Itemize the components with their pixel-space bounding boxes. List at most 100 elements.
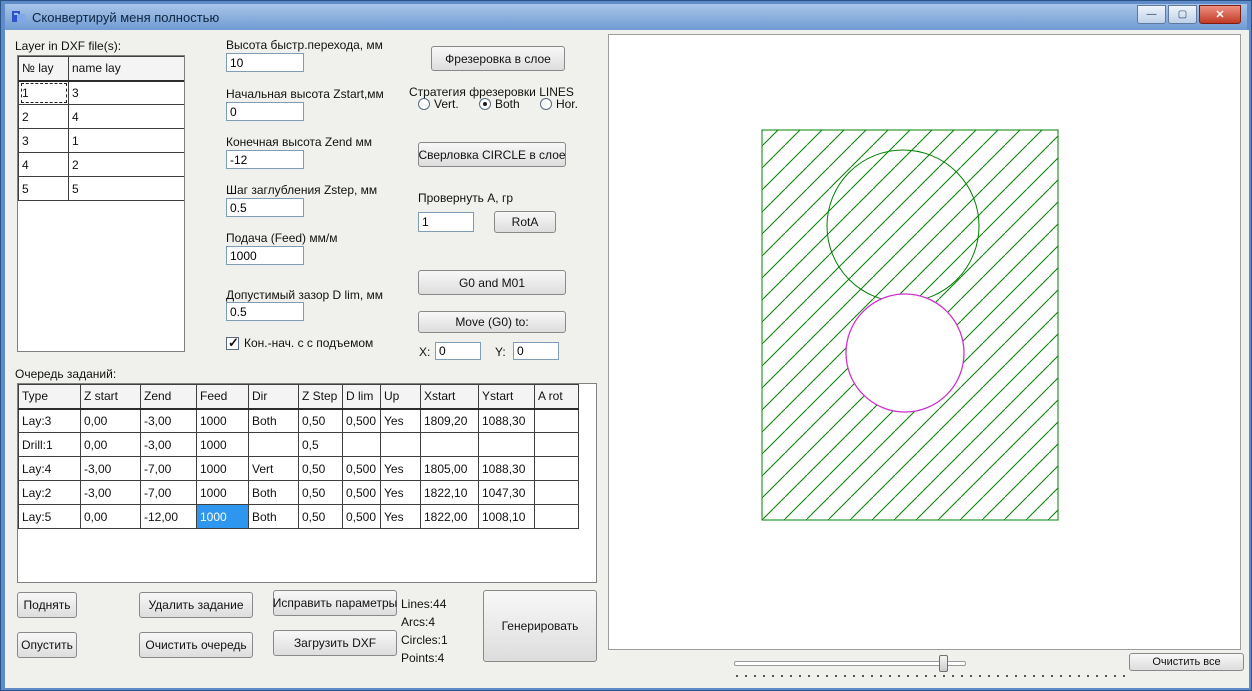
layer-cell[interactable]: 2	[68, 152, 184, 177]
queue-cell[interactable]: 0,500	[342, 456, 381, 481]
rot-a-button[interactable]: RotA	[494, 211, 556, 233]
move-g0-button[interactable]: Move (G0) to:	[418, 311, 566, 333]
queue-cell[interactable]: 0,00	[80, 432, 141, 457]
queue-cell[interactable]: Both	[248, 480, 299, 505]
queue-cell[interactable]: Lay:2	[18, 480, 81, 505]
lift-checkbox-row[interactable]: Кон.-нач. с с подъемом	[226, 335, 373, 351]
load-dxf-button[interactable]: Загрузить DXF	[273, 630, 397, 656]
queue-cell[interactable]: -3,00	[80, 480, 141, 505]
queue-grid[interactable]: Type Z start Zend Feed Dir Z Step D lim …	[17, 383, 597, 583]
layer-cell[interactable]: 3	[68, 80, 184, 105]
minimize-button[interactable]: —	[1137, 5, 1166, 24]
clear-queue-button[interactable]: Очистить очередь	[139, 632, 253, 658]
drill-circle-button[interactable]: Сверловка CIRCLE в слое	[418, 142, 566, 167]
queue-cell[interactable]: 0,500	[342, 480, 381, 505]
queue-cell[interactable]: Lay:3	[18, 408, 81, 433]
queue-cell[interactable]	[248, 432, 299, 457]
mill-layer-button[interactable]: Фрезеровка в слое	[431, 46, 565, 71]
queue-cell[interactable]: 0,50	[298, 408, 343, 433]
queue-cell[interactable]: 0,500	[342, 408, 381, 433]
queue-cell[interactable]	[534, 480, 579, 505]
queue-cell[interactable]: 1809,20	[420, 408, 479, 433]
queue-cell[interactable]: Both	[248, 504, 299, 529]
layer-cell[interactable]: 4	[68, 104, 184, 129]
queue-cell[interactable]: 1000	[196, 480, 249, 505]
close-button[interactable]: ✕	[1199, 5, 1241, 24]
lower-task-button[interactable]: Опустить	[17, 632, 77, 658]
queue-cell[interactable]: 1088,30	[478, 456, 535, 481]
queue-cell[interactable]: -7,00	[140, 456, 197, 481]
queue-cell[interactable]: 0,50	[298, 480, 343, 505]
layers-grid[interactable]: № lay name lay 1 3 2 4 3 1 4 2 5 5	[17, 55, 185, 352]
queue-cell[interactable]: 1000	[196, 432, 249, 457]
layer-cell[interactable]: 5	[18, 176, 69, 201]
queue-cell[interactable]: 1047,30	[478, 480, 535, 505]
queue-cell[interactable]: Yes	[380, 408, 421, 433]
layer-cell[interactable]: 1	[68, 128, 184, 153]
generate-button[interactable]: Генерировать	[483, 590, 597, 662]
queue-cell[interactable]: Lay:5	[18, 504, 81, 529]
feed-input[interactable]	[226, 246, 304, 265]
queue-cell[interactable]	[534, 456, 579, 481]
rapid-height-input[interactable]	[226, 53, 304, 72]
g0-m01-button[interactable]: G0 and M01	[418, 270, 566, 295]
queue-cell[interactable]: Vert	[248, 456, 299, 481]
d-lim-input[interactable]	[226, 302, 304, 321]
queue-cell[interactable]: Yes	[380, 480, 421, 505]
radio-both[interactable]: Both	[478, 97, 520, 111]
layer-cell[interactable]: 5	[68, 176, 184, 201]
clear-all-button[interactable]: Очистить все	[1129, 653, 1244, 671]
layer-cell[interactable]: 3	[18, 128, 69, 153]
queue-cell[interactable]: Yes	[380, 456, 421, 481]
queue-cell[interactable]: 1000	[196, 408, 249, 433]
z-start-input[interactable]	[226, 102, 304, 121]
queue-cell[interactable]: 0,00	[80, 504, 141, 529]
queue-cell[interactable]: 1805,00	[420, 456, 479, 481]
queue-cell[interactable]: -7,00	[140, 480, 197, 505]
queue-cell[interactable]	[420, 432, 479, 457]
lift-checkbox[interactable]	[226, 335, 239, 351]
queue-cell[interactable]: Drill:1	[18, 432, 81, 457]
queue-cell[interactable]	[380, 432, 421, 457]
queue-cell[interactable]	[534, 504, 579, 529]
layer-cell[interactable]: 2	[18, 104, 69, 129]
radio-vert[interactable]: Vert.	[418, 97, 459, 111]
queue-cell[interactable]: 0,00	[80, 408, 141, 433]
dxf-viewport[interactable]	[608, 34, 1241, 650]
queue-cell[interactable]: -3,00	[140, 432, 197, 457]
queue-cell[interactable]	[478, 432, 535, 457]
z-end-input[interactable]	[226, 150, 304, 169]
fix-params-button[interactable]: Исправить параметры	[273, 590, 397, 616]
queue-cell[interactable]: 0,50	[298, 504, 343, 529]
queue-cell[interactable]: Yes	[380, 504, 421, 529]
maximize-button[interactable]: ▢	[1168, 5, 1197, 24]
rotate-a-input[interactable]	[418, 212, 474, 232]
queue-cell[interactable]: -12,00	[140, 504, 197, 529]
queue-cell[interactable]: 0,5	[298, 432, 343, 457]
queue-cell[interactable]: 1822,00	[420, 504, 479, 529]
delete-task-button[interactable]: Удалить задание	[139, 592, 253, 618]
title-bar[interactable]: Сконвертируй меня полностью — ▢ ✕	[5, 4, 1247, 30]
x-input[interactable]	[435, 342, 481, 360]
queue-cell[interactable]	[534, 408, 579, 433]
queue-cell[interactable]: -3,00	[80, 456, 141, 481]
view-slider[interactable]	[734, 655, 966, 672]
queue-cell[interactable]: 1008,10	[478, 504, 535, 529]
queue-cell[interactable]: 1822,10	[420, 480, 479, 505]
queue-cell[interactable]: 1000	[196, 504, 249, 529]
queue-cell[interactable]: -3,00	[140, 408, 197, 433]
layer-cell[interactable]: 4	[18, 152, 69, 177]
queue-cell[interactable]: 0,500	[342, 504, 381, 529]
queue-cell[interactable]	[534, 432, 579, 457]
queue-cell[interactable]: 1088,30	[478, 408, 535, 433]
layer-cell[interactable]: 1	[18, 80, 69, 105]
queue-cell[interactable]: Lay:4	[18, 456, 81, 481]
radio-hor[interactable]: Hor.	[539, 97, 578, 111]
view-slider-thumb[interactable]	[939, 655, 948, 672]
queue-cell[interactable]	[342, 432, 381, 457]
z-step-input[interactable]	[226, 198, 304, 217]
queue-cell[interactable]: 0,50	[298, 456, 343, 481]
y-input[interactable]	[513, 342, 559, 360]
queue-cell[interactable]: 1000	[196, 456, 249, 481]
queue-cell[interactable]: Both	[248, 408, 299, 433]
